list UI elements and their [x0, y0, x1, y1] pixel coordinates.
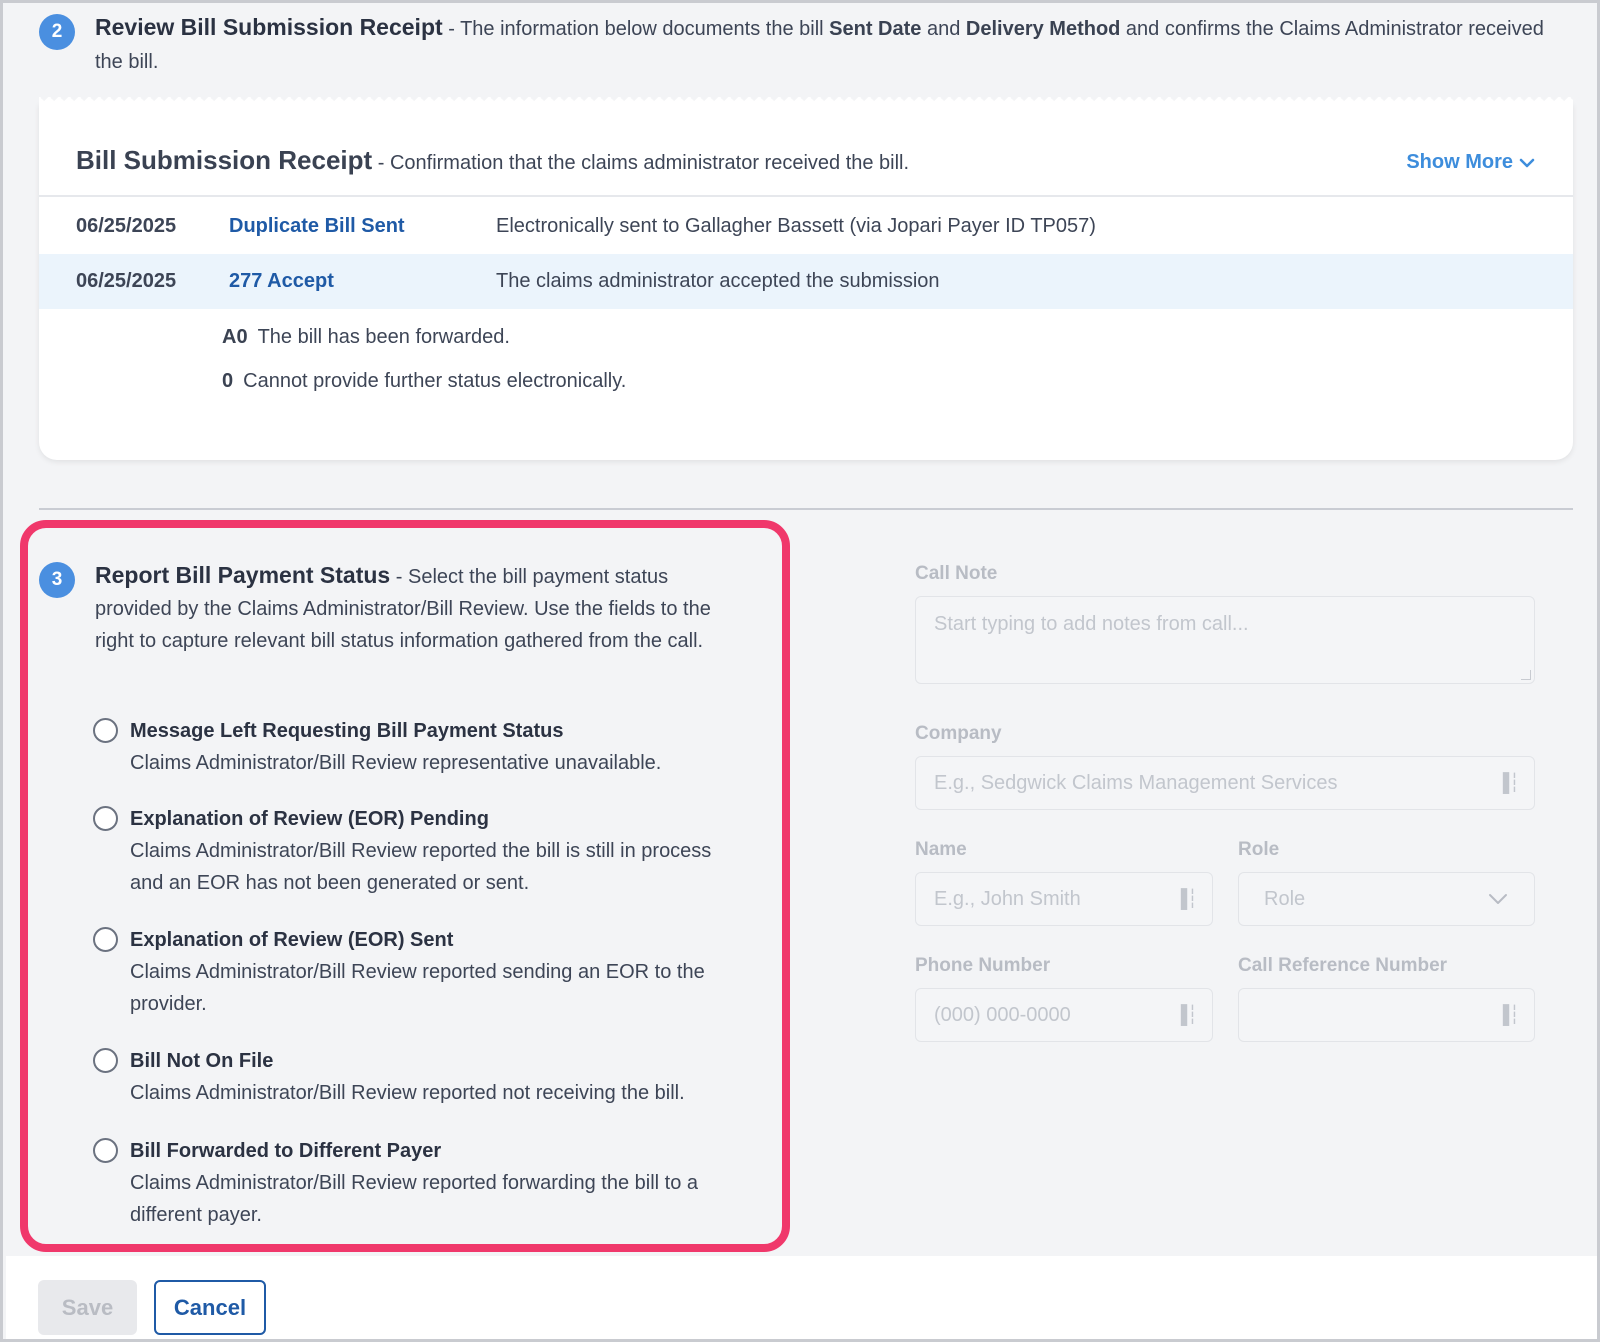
option-bill-forwarded[interactable]: Bill Forwarded to Different Payer Claims… — [93, 1135, 743, 1231]
call-note-placeholder: Start typing to add notes from call... — [934, 613, 1249, 635]
show-more-label: Show More — [1406, 151, 1513, 173]
password-manager-icon[interactable]: ▐┆ — [1174, 1005, 1198, 1026]
option-label: Explanation of Review (EOR) Sent — [130, 929, 454, 951]
step-2-bold-delivery-method: Delivery Method — [965, 18, 1121, 40]
radio-button[interactable] — [93, 1138, 118, 1163]
radio-button[interactable] — [93, 1048, 118, 1073]
option-eor-sent[interactable]: Explanation of Review (EOR) Sent Claims … — [93, 924, 743, 1045]
section-divider — [39, 508, 1573, 510]
receipt-card-header: Bill Submission Receipt - Confirmation t… — [39, 103, 1573, 197]
receipt-date: 06/25/2025 — [76, 215, 177, 237]
step-2-text: - The information below documents the bi… — [442, 18, 830, 40]
step-3-title: Report Bill Payment Status — [95, 562, 391, 588]
receipt-description: Electronically sent to Gallagher Bassett… — [496, 215, 1096, 237]
name-placeholder: E.g., John Smith — [934, 887, 1081, 910]
role-select[interactable]: Role — [1238, 872, 1535, 926]
option-label: Bill Not On File — [130, 1050, 274, 1072]
company-input[interactable]: E.g., Sedgwick Claims Management Service… — [915, 756, 1535, 810]
option-label: Bill Forwarded to Different Payer — [130, 1140, 442, 1162]
receipt-row: 06/25/2025 277 Accept The claims adminis… — [39, 254, 1573, 309]
bill-submission-receipt-card: Bill Submission Receipt - Confirmation t… — [39, 97, 1573, 460]
radio-button[interactable] — [93, 718, 118, 743]
step-2-title: Review Bill Submission Receipt — [95, 14, 443, 40]
option-description: Claims Administrator/Bill Review reporte… — [130, 1082, 685, 1104]
option-description: Claims Administrator/Bill Review represe… — [130, 752, 662, 774]
status-code: 0 — [222, 370, 234, 392]
option-eor-pending[interactable]: Explanation of Review (EOR) Pending Clai… — [93, 803, 743, 924]
call-reference-label: Call Reference Number — [1238, 955, 1448, 976]
receipt-subtitle: - Confirmation that the claims administr… — [372, 152, 910, 174]
call-note-textarea[interactable]: Start typing to add notes from call... — [915, 596, 1535, 684]
receipt-date: 06/25/2025 — [76, 270, 177, 292]
step-2-header: 2 Review Bill Submission Receipt - The i… — [39, 11, 1559, 79]
option-description: Claims Administrator/Bill Review reporte… — [130, 840, 712, 894]
footer-bar: Save Cancel — [6, 1256, 1597, 1339]
password-manager-icon[interactable]: ▐┆ — [1496, 773, 1520, 794]
option-description: Claims Administrator/Bill Review reporte… — [130, 961, 705, 1015]
cancel-button[interactable]: Cancel — [154, 1280, 266, 1335]
password-manager-icon[interactable]: ▐┆ — [1174, 889, 1198, 910]
role-label: Role — [1238, 839, 1280, 860]
step-2-bold-sent-date: Sent Date — [829, 18, 922, 40]
step-2-text-mid: and — [921, 18, 966, 40]
name-input[interactable]: E.g., John Smith ▐┆ — [915, 872, 1213, 926]
company-placeholder: E.g., Sedgwick Claims Management Service… — [934, 771, 1338, 794]
step-number-badge: 2 — [39, 14, 75, 50]
radio-button[interactable] — [93, 806, 118, 831]
option-label: Explanation of Review (EOR) Pending — [130, 808, 489, 830]
status-code: A0 — [222, 326, 248, 348]
chevron-down-icon — [1489, 894, 1507, 904]
option-bill-not-on-file[interactable]: Bill Not On File Claims Administrator/Bi… — [93, 1045, 743, 1135]
receipt-status: Duplicate Bill Sent — [229, 215, 405, 237]
phone-label: Phone Number — [915, 955, 1051, 976]
show-more-button[interactable]: Show More — [1406, 151, 1535, 174]
receipt-row: 06/25/2025 Duplicate Bill Sent Electroni… — [39, 199, 1573, 254]
payment-status-options: Message Left Requesting Bill Payment Sta… — [93, 715, 743, 1231]
status-code-line: 0 Cannot provide further status electroni… — [222, 370, 626, 393]
step-3-description: Report Bill Payment Status - Select the … — [95, 559, 739, 657]
company-label: Company — [915, 723, 1002, 744]
chevron-down-icon — [1519, 158, 1535, 167]
phone-placeholder: (000) 000-0000 — [934, 1003, 1071, 1026]
phone-input[interactable]: (000) 000-0000 ▐┆ — [915, 988, 1213, 1042]
option-message-left[interactable]: Message Left Requesting Bill Payment Sta… — [93, 715, 743, 803]
step-3-header: 3 Report Bill Payment Status - Select th… — [39, 559, 739, 657]
save-button[interactable]: Save — [38, 1280, 137, 1335]
option-description: Claims Administrator/Bill Review reporte… — [130, 1172, 699, 1226]
option-label: Message Left Requesting Bill Payment Sta… — [130, 720, 564, 742]
status-code-line: A0 The bill has been forwarded. — [222, 326, 510, 349]
step-number-badge: 3 — [39, 562, 75, 598]
call-reference-input[interactable]: ▐┆ — [1238, 988, 1535, 1042]
step-2-description: Review Bill Submission Receipt - The inf… — [95, 11, 1559, 79]
status-code-text: Cannot provide further status electronic… — [243, 370, 627, 392]
role-select-value: Role — [1264, 887, 1306, 910]
receipt-title: Bill Submission Receipt - Confirmation t… — [76, 145, 909, 176]
status-code-text: The bill has been forwarded. — [257, 326, 510, 348]
call-note-label: Call Note — [915, 563, 998, 584]
resize-handle-icon[interactable] — [1521, 670, 1531, 680]
name-label: Name — [915, 839, 967, 860]
receipt-title-text: Bill Submission Receipt — [76, 145, 373, 175]
radio-button[interactable] — [93, 927, 118, 952]
page-frame: 2 Review Bill Submission Receipt - The i… — [0, 0, 1600, 1342]
receipt-status: 277 Accept — [229, 270, 334, 292]
receipt-description: The claims administrator accepted the su… — [496, 270, 940, 292]
password-manager-icon[interactable]: ▐┆ — [1496, 1005, 1520, 1026]
